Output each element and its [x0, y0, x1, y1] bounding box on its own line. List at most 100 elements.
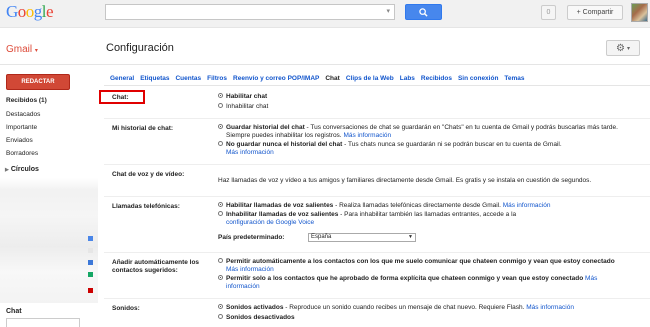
option-label: Inhabilitar chat — [226, 103, 269, 110]
chevron-down-icon: ▾ — [34, 48, 38, 54]
top-bar: Google ▾ 0 + Compartir — [0, 0, 650, 28]
tab-chat[interactable]: Chat — [325, 75, 339, 85]
radio-option-sounds-off[interactable]: Sonidos desactivados — [218, 314, 648, 322]
radio-button[interactable] — [218, 258, 223, 263]
settings-button[interactable]: ⚙ ▾ — [606, 40, 640, 56]
radio-button-selected[interactable] — [218, 124, 223, 129]
setting-label-voice: Chat de voz y de vídeo: — [112, 171, 185, 178]
label-color-swatch — [88, 260, 93, 265]
radio-button-selected[interactable] — [218, 304, 223, 309]
tab-labels[interactable]: Etiquetas — [140, 75, 169, 85]
radio-option-save-history[interactable]: Guardar historial del chat - Tus convers… — [218, 124, 638, 140]
radio-option-disable-chat[interactable]: Inhabilitar chat — [218, 103, 268, 111]
sidebar-circles-toggle[interactable]: ▶ Círculos — [5, 166, 39, 173]
share-button[interactable]: + Compartir — [567, 5, 623, 20]
sidebar-item-inbox[interactable]: Recibidos (1) — [6, 97, 47, 104]
chat-search-input[interactable] — [6, 318, 80, 327]
sidebar-item-sent[interactable]: Enviados — [6, 137, 33, 144]
setting-options-chat: Habilitar chat Inhabilitar chat — [218, 93, 268, 111]
sidebar-item-important[interactable]: Importante — [6, 124, 37, 131]
tab-themes[interactable]: Temas — [504, 75, 524, 85]
radio-option-disable-calls[interactable]: Inhabilitar llamadas de voz salientes - … — [218, 211, 648, 227]
tab-accounts[interactable]: Cuentas — [175, 75, 201, 85]
radio-button[interactable] — [218, 314, 223, 319]
tab-web-clips[interactable]: Clips de la Web — [346, 75, 394, 85]
gmail-label: Gmail — [6, 44, 33, 55]
setting-options-auto-add: Permitir automáticamente a los contactos… — [218, 258, 628, 291]
label-line: Añadir automáticamente los — [112, 259, 200, 266]
logo-letter: o — [17, 2, 27, 21]
blurred-sidebar-content — [0, 178, 98, 303]
logo-letter: g — [33, 2, 43, 21]
tab-inbox[interactable]: Recibidos — [421, 75, 452, 85]
option-label: Habilitar llamadas de voz salientes — [226, 202, 334, 209]
more-info-link[interactable]: Más información — [226, 149, 274, 156]
radio-button[interactable] — [218, 141, 223, 146]
option-description: - Para inhabilitar también las llamadas … — [338, 211, 517, 218]
radio-option-no-history[interactable]: No guardar nunca el historial del chat -… — [218, 141, 638, 157]
notifications-button[interactable]: 0 — [541, 5, 556, 20]
search-button[interactable] — [405, 4, 442, 20]
tab-offline[interactable]: Sin conexión — [458, 75, 498, 85]
sidebar-chat-heading: Chat — [6, 308, 22, 315]
setting-label-history: Mi historial de chat: — [112, 125, 174, 132]
gmail-menu[interactable]: Gmail ▾ — [6, 44, 38, 55]
google-logo[interactable]: Google — [6, 2, 54, 22]
option-label: Permitir automáticamente a los contactos… — [226, 258, 615, 265]
setting-row-chat: Chat: Habilitar chat Inhabilitar chat — [104, 88, 650, 116]
option-label: Inhabilitar llamadas de voz salientes — [226, 211, 339, 218]
more-info-link[interactable]: Más información — [503, 202, 551, 209]
setting-row-chat-history: Mi historial de chat: Guardar historial … — [104, 118, 650, 162]
country-row: País predeterminado: España ▼ — [218, 233, 648, 243]
tabs-divider — [104, 85, 650, 86]
search-input[interactable]: ▾ — [105, 4, 395, 20]
radio-button-selected[interactable] — [218, 275, 223, 280]
option-label: Guardar historial del chat — [226, 124, 305, 131]
option-label: Habilitar chat — [226, 93, 268, 100]
compose-button[interactable]: REDACTAR — [6, 74, 70, 90]
option-label: Sonidos activados — [226, 304, 284, 311]
label-color-swatch — [88, 248, 93, 253]
setting-row-sounds: Sonidos: Sonidos activados - Reproduce u… — [104, 298, 650, 327]
tab-general[interactable]: General — [110, 75, 134, 85]
chevron-down-icon: ▼ — [408, 234, 413, 240]
setting-options-sounds: Sonidos activados - Reproduce un sonido … — [218, 304, 648, 322]
google-voice-settings-link[interactable]: configuración de Google Voice — [226, 219, 314, 226]
setting-row-phone-calls: Llamadas telefónicas: Habilitar llamadas… — [104, 196, 650, 250]
sidebar-item-starred[interactable]: Destacados — [6, 111, 40, 118]
radio-option-approved-only[interactable]: Permitir solo a los contactos que he apr… — [218, 275, 628, 291]
radio-button[interactable] — [218, 103, 223, 108]
tab-labs[interactable]: Labs — [400, 75, 415, 85]
radio-button-selected[interactable] — [218, 93, 223, 98]
setting-label-auto-add: Añadir automáticamente los contactos suge… — [112, 259, 199, 275]
radio-button[interactable] — [218, 211, 223, 216]
highlight-annotation-box — [99, 90, 145, 104]
radio-option-auto-allow[interactable]: Permitir automáticamente a los contactos… — [218, 258, 628, 274]
option-label: Sonidos desactivados — [226, 314, 295, 321]
radio-option-enable-chat[interactable]: Habilitar chat — [218, 93, 268, 101]
page-title: Configuración — [106, 42, 174, 54]
setting-options-history: Guardar historial del chat - Tus convers… — [218, 124, 638, 157]
country-label: País predeterminado: — [218, 234, 285, 241]
logo-letter: G — [6, 2, 18, 21]
radio-option-enable-calls[interactable]: Habilitar llamadas de voz salientes - Re… — [218, 202, 648, 210]
option-description: - Reproduce un sonido cuando recibes un … — [283, 304, 525, 311]
country-select[interactable]: España ▼ — [308, 233, 416, 242]
setting-options-calls: Habilitar llamadas de voz salientes - Re… — [218, 202, 648, 243]
label-line: contactos sugeridos: — [112, 267, 178, 274]
option-label: Permitir solo a los contactos que he apr… — [226, 275, 584, 282]
avatar[interactable] — [631, 3, 648, 22]
triangle-right-icon: ▶ — [5, 167, 9, 173]
circles-label: Círculos — [10, 166, 39, 173]
radio-button-selected[interactable] — [218, 202, 223, 207]
more-info-link[interactable]: Más información — [226, 266, 274, 273]
tab-forwarding[interactable]: Reenvío y correo POP/IMAP — [233, 75, 319, 85]
option-description: - Tus chats nunca se guardarán ni se pod… — [342, 141, 562, 148]
tab-filters[interactable]: Filtros — [207, 75, 227, 85]
sidebar-item-drafts[interactable]: Borradores — [6, 150, 38, 157]
search-options-chevron-icon[interactable]: ▾ — [386, 7, 390, 15]
more-info-link[interactable]: Más información — [343, 132, 391, 139]
more-info-link[interactable]: Más información — [526, 304, 574, 311]
magnifier-icon — [419, 7, 428, 17]
radio-option-sounds-on[interactable]: Sonidos activados - Reproduce un sonido … — [218, 304, 648, 312]
